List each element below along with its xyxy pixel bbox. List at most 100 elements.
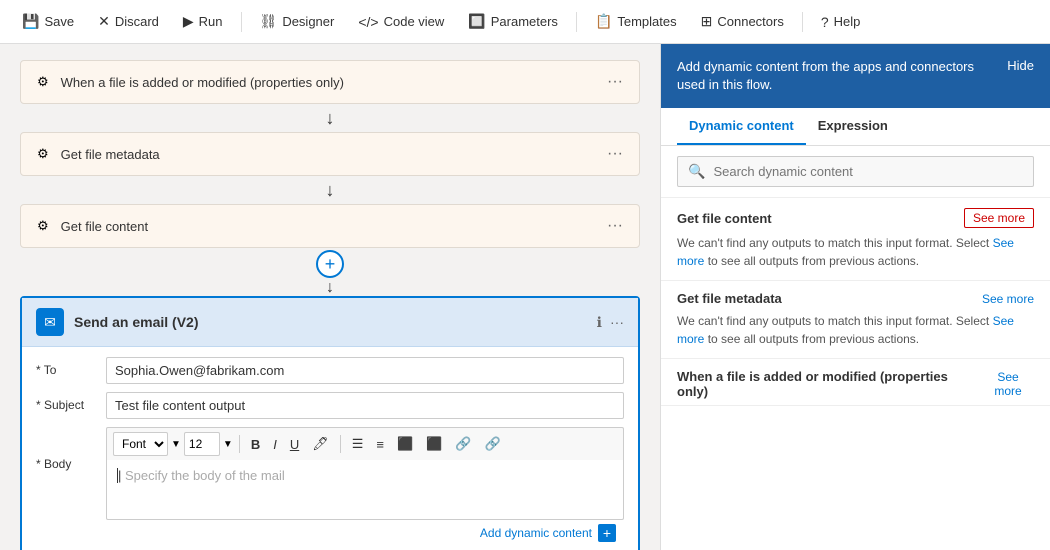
connectors-icon: ⊞ xyxy=(701,13,713,30)
save-icon: 💾 xyxy=(22,13,39,30)
codeview-icon: </> xyxy=(358,14,378,30)
panel-tabs: Dynamic content Expression xyxy=(661,108,1050,146)
body-toolbar: Font ▼ ▼ B I U 🖊 ☰ ≡ xyxy=(106,427,624,460)
highlight-button[interactable]: 🖊 xyxy=(307,434,334,454)
run-button[interactable]: ▶ Run xyxy=(173,8,233,35)
toolbar-sep1 xyxy=(239,435,240,453)
to-field-row: * To xyxy=(36,357,624,384)
panel-content: Get file content See more We can't find … xyxy=(661,198,1050,550)
step3-icon: ⚙ xyxy=(37,218,49,234)
font-select[interactable]: Font xyxy=(113,432,168,456)
section0-see-more[interactable]: See more xyxy=(964,208,1034,228)
codeview-button[interactable]: </> Code view xyxy=(348,9,454,35)
link-button[interactable]: 🔗 xyxy=(450,434,476,454)
main-layout: ⚙ When a file is added or modified (prop… xyxy=(0,44,1050,550)
toolbar-sep2 xyxy=(340,435,341,453)
body-label: * Body xyxy=(36,427,96,471)
right-panel: Add dynamic content from the apps and co… xyxy=(660,44,1050,550)
help-icon: ? xyxy=(821,14,829,30)
canvas: ⚙ When a file is added or modified (prop… xyxy=(0,44,660,550)
parameters-button[interactable]: 🔲 Parameters xyxy=(458,8,568,35)
tab-dynamic-content[interactable]: Dynamic content xyxy=(677,108,806,145)
font-size-input[interactable] xyxy=(184,432,220,456)
panel-section-1: Get file metadata See more We can't find… xyxy=(661,281,1050,359)
section1-title: Get file metadata xyxy=(677,291,782,306)
body-editor[interactable]: | Specify the body of the mail xyxy=(106,460,624,520)
dynamic-content-bar: Add dynamic content + xyxy=(106,520,624,546)
body-field-row: * Body Font ▼ ▼ B I U xyxy=(36,427,624,546)
email-menu-icon[interactable]: ··· xyxy=(610,314,624,330)
tab-expression[interactable]: Expression xyxy=(806,108,900,145)
templates-button[interactable]: 📋 Templates xyxy=(585,8,687,35)
arrow-2: ↓ xyxy=(20,176,640,204)
designer-button[interactable]: ⛓ Designer xyxy=(250,8,345,35)
body-placeholder: Specify the body of the mail xyxy=(125,468,285,483)
font-size-dropdown-icon: ▼ xyxy=(223,439,233,450)
add-circle-icon[interactable]: + xyxy=(316,250,344,278)
subject-field-row: * Subject xyxy=(36,392,624,419)
search-icon: 🔍 xyxy=(688,163,705,180)
ul-button[interactable]: ☰ xyxy=(347,434,369,454)
step2-title: Get file metadata xyxy=(61,147,595,162)
email-card-header: ✉ Send an email (V2) ℹ ··· xyxy=(22,298,638,347)
section0-header: Get file content See more xyxy=(661,198,1050,234)
run-icon: ▶ xyxy=(183,13,194,30)
step2-menu[interactable]: ··· xyxy=(607,145,623,163)
body-editor-wrap: Font ▼ ▼ B I U 🖊 ☰ ≡ xyxy=(106,427,624,546)
add-step-btn[interactable]: + xyxy=(20,248,640,280)
step1-menu[interactable]: ··· xyxy=(607,73,623,91)
subject-input[interactable] xyxy=(106,392,624,419)
underline-button[interactable]: U xyxy=(285,435,304,454)
panel-section-2: When a file is added or modified (proper… xyxy=(661,359,1050,406)
section2-header: When a file is added or modified (proper… xyxy=(661,359,1050,405)
email-card-actions: ℹ ··· xyxy=(597,314,624,331)
panel-hide-button[interactable]: Hide xyxy=(995,58,1034,73)
font-dropdown-icon: ▼ xyxy=(171,439,181,450)
step3-title: Get file content xyxy=(61,219,595,234)
section1-see-more[interactable]: See more xyxy=(982,292,1034,306)
search-input[interactable] xyxy=(713,164,1023,179)
subject-label: * Subject xyxy=(36,392,96,412)
panel-header-text: Add dynamic content from the apps and co… xyxy=(677,58,995,94)
flow-step-1[interactable]: ⚙ When a file is added or modified (prop… xyxy=(20,60,640,104)
step1-icon: ⚙ xyxy=(37,74,49,90)
panel-search: 🔍 xyxy=(661,146,1050,198)
sep1 xyxy=(241,12,242,32)
section2-title: When a file is added or modified (proper… xyxy=(677,369,982,399)
search-box: 🔍 xyxy=(677,156,1034,187)
italic-button[interactable]: I xyxy=(268,435,282,454)
step2-icon: ⚙ xyxy=(37,146,49,162)
align-left-button[interactable]: ⬛ xyxy=(392,434,418,454)
email-icon: ✉ xyxy=(36,308,64,336)
ol-button[interactable]: ≡ xyxy=(371,435,389,454)
email-card-title: Send an email (V2) xyxy=(74,314,587,330)
connectors-button[interactable]: ⊞ Connectors xyxy=(691,8,794,35)
discard-icon: ✕ xyxy=(98,13,110,30)
flow-step-3[interactable]: ⚙ Get file content ··· xyxy=(20,204,640,248)
discard-button[interactable]: ✕ Discard xyxy=(88,8,169,35)
to-label: * To xyxy=(36,357,96,377)
align-center-button[interactable]: ⬛ xyxy=(421,434,447,454)
arrow-1: ↓ xyxy=(20,104,640,132)
sep2 xyxy=(576,12,577,32)
bold-button[interactable]: B xyxy=(246,435,265,454)
flow-step-2[interactable]: ⚙ Get file metadata ··· xyxy=(20,132,640,176)
help-button[interactable]: ? Help xyxy=(811,9,871,35)
parameters-icon: 🔲 xyxy=(468,13,485,30)
section0-title: Get file content xyxy=(677,211,772,226)
section1-body: We can't find any outputs to match this … xyxy=(661,312,1050,358)
email-card: ✉ Send an email (V2) ℹ ··· * To * Subjec… xyxy=(20,296,640,550)
to-input[interactable] xyxy=(106,357,624,384)
panel-header: Add dynamic content from the apps and co… xyxy=(661,44,1050,108)
email-info-icon[interactable]: ℹ xyxy=(597,314,602,331)
step1-title: When a file is added or modified (proper… xyxy=(61,75,595,90)
panel-section-0: Get file content See more We can't find … xyxy=(661,198,1050,281)
add-dynamic-plus-btn[interactable]: + xyxy=(598,524,616,542)
save-button[interactable]: 💾 Save xyxy=(12,8,84,35)
section2-see-more[interactable]: See more xyxy=(982,370,1034,398)
unlink-button[interactable]: 🔗 xyxy=(480,434,506,454)
add-dynamic-content-link[interactable]: Add dynamic content xyxy=(480,526,592,540)
templates-icon: 📋 xyxy=(595,13,612,30)
designer-icon: ⛓ xyxy=(260,13,278,30)
step3-menu[interactable]: ··· xyxy=(607,217,623,235)
